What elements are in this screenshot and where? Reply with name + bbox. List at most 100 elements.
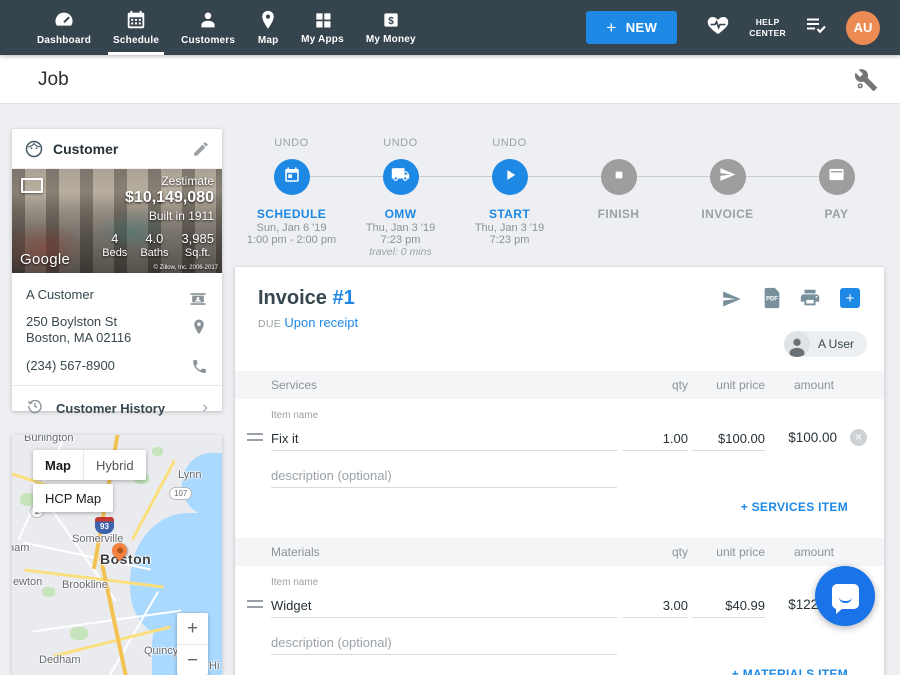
- send-plane-icon: [719, 166, 736, 188]
- map-type-hybrid-button[interactable]: Hybrid: [83, 450, 146, 480]
- job-tools-icon[interactable]: [854, 68, 878, 97]
- timeline-step-omw: UNDO OMW Thu, Jan 3 '19 7:23 pm travel: …: [346, 133, 455, 263]
- send-invoice-icon[interactable]: [720, 289, 743, 314]
- start-date: Thu, Jan 3 '19: [455, 222, 564, 234]
- service-item-name-label: Item name: [271, 410, 318, 421]
- invoice-step-button[interactable]: [710, 159, 746, 195]
- page-header: Job: [0, 55, 900, 104]
- map-label-brookline: Brookline: [62, 579, 108, 591]
- page-title: Job: [38, 69, 69, 91]
- nav-customers-label: Customers: [181, 35, 235, 46]
- finish-step-button[interactable]: [601, 159, 637, 195]
- assigned-user-name: A User: [818, 337, 854, 351]
- checklist-icon[interactable]: [804, 13, 828, 42]
- nav-dashboard-label: Dashboard: [37, 35, 91, 46]
- customer-name-row: A Customer: [26, 287, 208, 302]
- zoom-out-button[interactable]: −: [177, 644, 208, 675]
- pay-step-label: PAY: [782, 207, 891, 221]
- undo-omw-button[interactable]: UNDO: [346, 137, 455, 149]
- omw-date: Thu, Jan 3 '19: [346, 222, 455, 234]
- dollar-icon: $: [381, 10, 401, 30]
- material-description-input[interactable]: [271, 631, 617, 655]
- due-label: DUE: [258, 318, 281, 330]
- nav-my-money[interactable]: $ My Money: [355, 0, 427, 55]
- apps-grid-icon: [313, 10, 333, 30]
- location-pin-icon[interactable]: [190, 318, 208, 336]
- nav-spacer: [427, 0, 587, 55]
- heart-pulse-icon[interactable]: [705, 13, 731, 42]
- travel-time-note: travel: 0 mins: [346, 246, 455, 258]
- invoice-title: Invoice #1: [258, 287, 355, 310]
- due-value-link[interactable]: Upon receipt: [284, 315, 358, 330]
- customer-history-label: Customer History: [56, 401, 191, 416]
- qty-column-header: qty: [622, 545, 688, 559]
- nav-map[interactable]: Map: [246, 0, 290, 55]
- schedule-date: Sun, Jan 6 '19: [237, 222, 346, 234]
- remove-service-item-button[interactable]: ×: [850, 429, 867, 446]
- interstate-93-shield: 93: [95, 517, 114, 534]
- map-widget[interactable]: Burlington Lynn 107 2 93 Somerville ham …: [12, 435, 222, 675]
- map-label-lynn: Lynn: [178, 469, 201, 481]
- edit-pencil-icon[interactable]: [192, 140, 210, 158]
- service-name-input[interactable]: [271, 427, 617, 451]
- history-clock-icon: [26, 397, 44, 420]
- drag-handle-icon[interactable]: [247, 433, 263, 441]
- help-center-link[interactable]: HELP CENTER: [749, 17, 786, 38]
- timeline-step-start: UNDO START Thu, Jan 3 '19 7:23 pm: [455, 133, 564, 263]
- map-label-dedham: Dedham: [39, 654, 81, 666]
- nav-my-apps[interactable]: My Apps: [290, 0, 355, 55]
- undo-schedule-button[interactable]: UNDO: [237, 137, 346, 149]
- zestimate-block: Zestimate $10,149,080 Built in 1911: [125, 174, 214, 223]
- add-materials-item-link[interactable]: + MATERIALS ITEM: [732, 667, 848, 675]
- add-services-item-link[interactable]: + SERVICES ITEM: [741, 500, 848, 514]
- avatar[interactable]: AU: [846, 11, 880, 45]
- zoom-in-button[interactable]: +: [177, 613, 208, 644]
- map-label-hingham: Hi: [209, 660, 219, 672]
- schedule-step-button[interactable]: [274, 159, 310, 195]
- chat-bubble-icon: [832, 584, 859, 609]
- nav-customers[interactable]: Customers: [170, 0, 246, 55]
- invoice-step-label: INVOICE: [673, 207, 782, 221]
- chat-launcher-button[interactable]: [815, 566, 875, 626]
- amount-column-header: amount: [755, 378, 834, 392]
- nav-dashboard[interactable]: Dashboard: [26, 0, 102, 55]
- customer-phone-row: (234) 567-8900: [26, 358, 208, 373]
- map-interstate: [99, 556, 130, 675]
- customer-card-header: Customer: [12, 129, 222, 169]
- property-photo[interactable]: Zestimate $10,149,080 Built in 1911 4 Be…: [12, 169, 222, 273]
- credit-card-icon: [828, 166, 845, 188]
- material-qty-input[interactable]: [622, 594, 688, 618]
- user-avatar-icon: [784, 331, 810, 357]
- start-step-button[interactable]: [492, 159, 528, 195]
- invoice-card: Invoice #1 PDF + DUE Upon receipt A User…: [235, 267, 884, 675]
- address-line1: 250 Boylston St: [26, 314, 178, 330]
- map-type-map-button[interactable]: Map: [33, 450, 83, 480]
- streetview-toggle-icon[interactable]: [21, 178, 43, 193]
- customer-details: A Customer 250 Boylston St Boston, MA 02…: [12, 273, 222, 431]
- pay-step-button[interactable]: [819, 159, 855, 195]
- undo-start-button[interactable]: UNDO: [455, 137, 564, 149]
- contact-card-icon[interactable]: [188, 289, 208, 309]
- chevron-right-icon: ›: [203, 400, 208, 416]
- assigned-user-pill[interactable]: A User: [784, 331, 867, 357]
- baths-value: 4.0: [145, 231, 163, 246]
- print-icon[interactable]: [799, 287, 821, 314]
- service-description-input[interactable]: [271, 464, 617, 488]
- address-line2: Boston, MA 02116: [26, 330, 178, 346]
- calendar-icon: [125, 9, 147, 31]
- customer-history-link[interactable]: Customer History ›: [26, 386, 208, 431]
- nav-schedule[interactable]: Schedule: [102, 0, 170, 55]
- timeline-step-schedule: UNDO SCHEDULE Sun, Jan 6 '19 1:00 pm - 2…: [237, 133, 346, 263]
- service-qty-input[interactable]: [622, 427, 688, 451]
- material-name-input[interactable]: [271, 594, 617, 618]
- drag-handle-icon[interactable]: [247, 600, 263, 608]
- new-button[interactable]: + NEW: [586, 11, 677, 44]
- pdf-icon[interactable]: PDF: [761, 286, 783, 315]
- phone-icon[interactable]: [191, 358, 208, 375]
- hcp-map-button[interactable]: HCP Map: [33, 484, 113, 512]
- map-type-control: Map Hybrid: [33, 450, 146, 480]
- map-park: [42, 587, 55, 597]
- add-invoice-icon[interactable]: +: [840, 288, 860, 308]
- omw-step-button[interactable]: [383, 159, 419, 195]
- photo-copyright: © Zillow, Inc. 2006-2017: [154, 265, 218, 271]
